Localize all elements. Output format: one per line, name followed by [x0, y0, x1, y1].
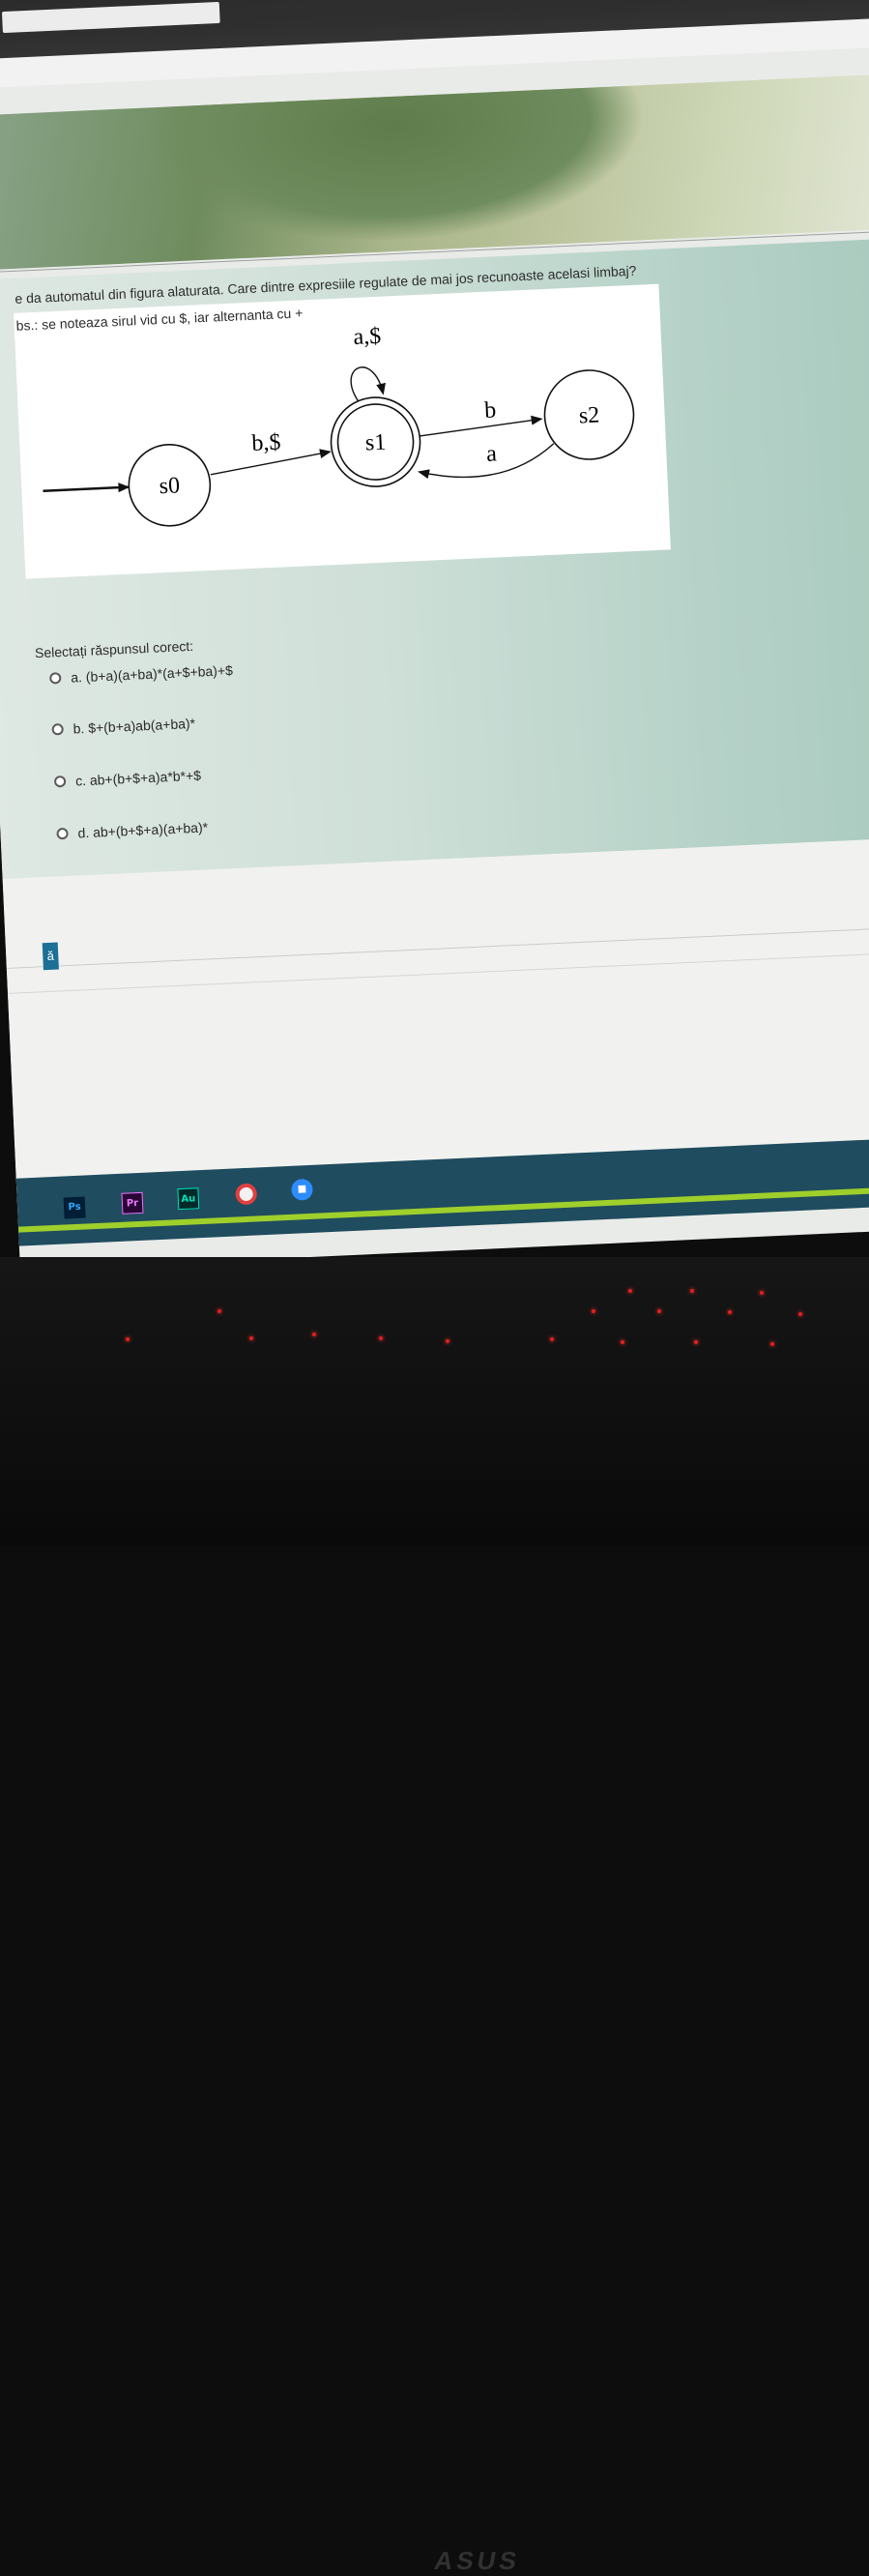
start-arrow — [43, 483, 130, 493]
browser-chrome — [0, 0, 869, 89]
webcam-icon[interactable] — [235, 1183, 258, 1206]
browser-tab[interactable] — [1, 1, 220, 34]
premiere-icon[interactable]: Pr — [121, 1191, 144, 1215]
radio-button[interactable] — [51, 723, 64, 736]
radio-button[interactable] — [53, 775, 67, 788]
address-bar[interactable] — [0, 16, 869, 89]
photoshop-icon[interactable]: Ps — [63, 1196, 86, 1219]
state-s0-label: s0 — [159, 473, 181, 499]
laptop-logo: ASUS — [432, 2546, 523, 2575]
state-s2-label: s2 — [578, 403, 600, 429]
laptop-body: ASUS — [0, 1257, 869, 2575]
radio-button[interactable] — [56, 827, 69, 840]
monitor-screen: e da automatul din figura alaturata. Car… — [0, 0, 869, 1271]
edge-s1-s2-label: b — [484, 397, 497, 424]
audition-icon[interactable]: Au — [177, 1187, 200, 1211]
state-s1-label: s1 — [364, 430, 387, 456]
edge-s1-s2 — [420, 415, 543, 437]
course-banner — [0, 73, 869, 271]
self-loop-s1 — [350, 366, 386, 402]
edge-s2-s1-label: a — [486, 441, 498, 466]
page-footer-area — [2, 835, 869, 1188]
edge-s0-s1-label: b,$ — [251, 430, 281, 456]
radio-button[interactable] — [49, 672, 62, 685]
zoom-icon[interactable]: ■ — [291, 1178, 314, 1201]
next-page-button[interactable]: ă — [42, 942, 59, 971]
self-loop-s1-label: a,$ — [353, 324, 382, 350]
